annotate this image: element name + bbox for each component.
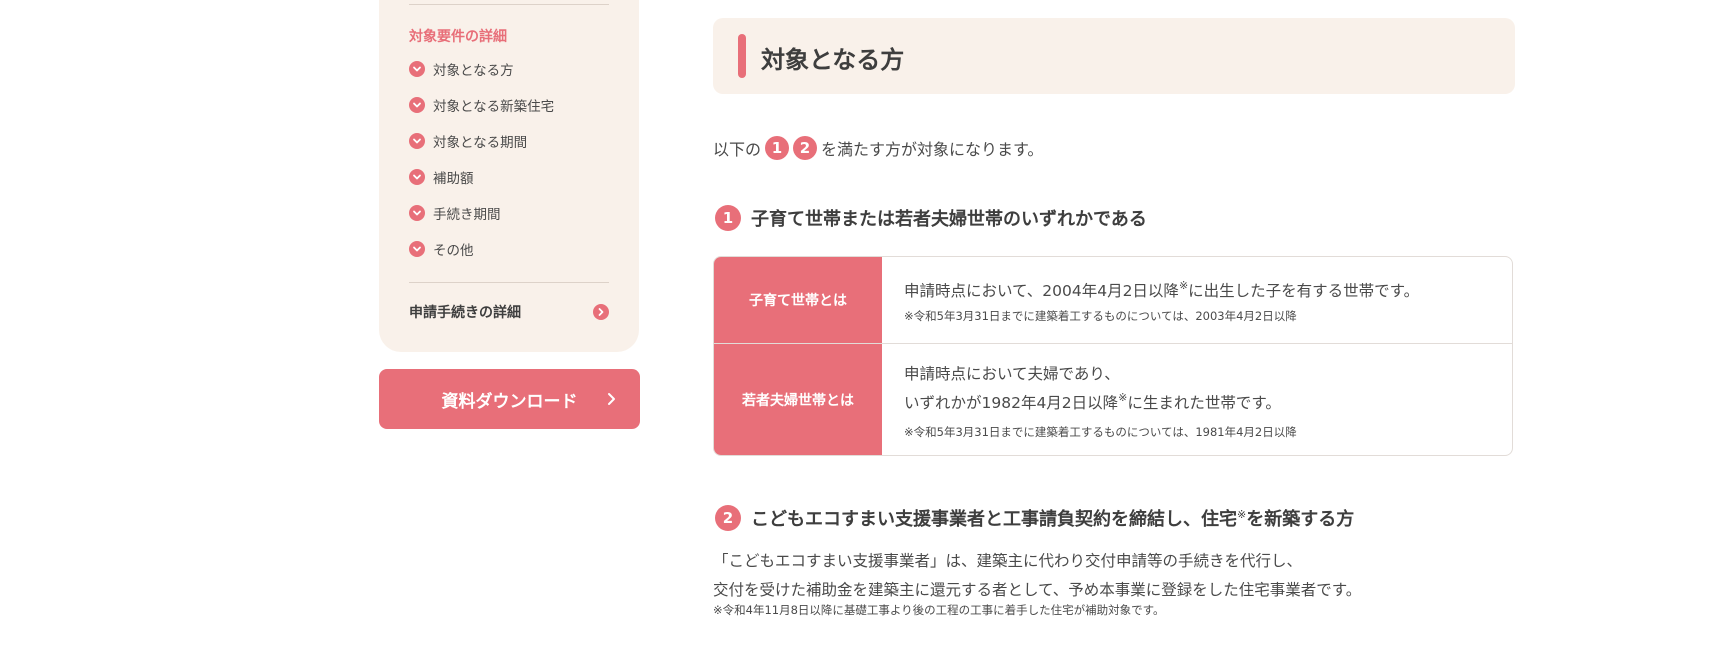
sidebar-item-target-person[interactable]: 対象となる方 bbox=[409, 59, 514, 79]
apply-procedure-label: 申請手続きの詳細 bbox=[409, 305, 521, 321]
business-description-line: 「こどもエコすまい支援事業者」は、建築主に代わり交付申請等の手続きを代行し、 bbox=[713, 552, 1303, 570]
definition-text-part: に生まれた世帯です。 bbox=[1127, 394, 1281, 412]
table-row: 子育て世帯とは 申請時点において、2004年4月2日以降※に出生した子を有する世… bbox=[714, 257, 1512, 344]
section-title-box: 対象となる方 bbox=[713, 18, 1515, 94]
page-title: 対象となる方 bbox=[761, 46, 905, 74]
business-description-line: 交付を受けた補助金を建築主に還元する者として、予め本事業に登録をした住宅事業者で… bbox=[713, 581, 1362, 599]
chevron-right-icon bbox=[606, 389, 618, 414]
requirement-1-heading: 1 子育て世帯または若者夫婦世帯のいずれかである bbox=[713, 205, 1147, 231]
sidebar-item-label: 補助額 bbox=[433, 171, 474, 187]
chevron-down-icon bbox=[409, 241, 425, 257]
household-definition-table: 子育て世帯とは 申請時点において、2004年4月2日以降※に出生した子を有する世… bbox=[713, 256, 1513, 456]
sidebar-item-other[interactable]: その他 bbox=[409, 239, 474, 259]
definition-text: いずれかが1982年4月2日以降※に生まれた世帯です。 bbox=[904, 391, 1281, 413]
chevron-down-icon bbox=[409, 205, 425, 221]
number-badge: 2 bbox=[715, 505, 741, 531]
number-badge: 2 bbox=[793, 136, 818, 160]
chevron-right-icon bbox=[593, 304, 609, 320]
intro-suffix: を満たす方が対象になります。 bbox=[821, 140, 1044, 159]
chevron-down-icon bbox=[409, 133, 425, 149]
definition-note: ※令和5年3月31日までに建築着工するものについては、2003年4月2日以降 bbox=[904, 309, 1297, 323]
sidebar-divider bbox=[409, 282, 609, 283]
definition-text: 申請時点において夫婦であり、 bbox=[904, 365, 1120, 383]
sidebar-divider bbox=[409, 4, 609, 5]
number-badge: 1 bbox=[765, 136, 790, 160]
note-mark: ※ bbox=[1237, 508, 1247, 521]
sidebar-item-label: 手続き期間 bbox=[433, 207, 501, 223]
chevron-down-icon bbox=[409, 61, 425, 77]
row-content: 申請時点において夫婦であり、 いずれかが1982年4月2日以降※に生まれた世帯で… bbox=[882, 344, 1512, 455]
sidebar-item-subsidy-amount[interactable]: 補助額 bbox=[409, 167, 474, 187]
sidebar-item-label: その他 bbox=[433, 243, 474, 259]
sidebar-item-label: 対象となる方 bbox=[433, 63, 514, 79]
sidebar-item-target-period[interactable]: 対象となる期間 bbox=[409, 131, 527, 151]
definition-note: ※令和5年3月31日までに建築着工するものについては、1981年4月2日以降 bbox=[904, 425, 1297, 439]
number-badge: 1 bbox=[715, 205, 741, 231]
row-label: 若者夫婦世帯とは bbox=[714, 344, 882, 455]
download-materials-button[interactable]: 資料ダウンロード bbox=[379, 369, 640, 429]
definition-text-part: に出生した子を有する世帯です。 bbox=[1188, 282, 1420, 300]
definition-text: 申請時点において、2004年4月2日以降※に出生した子を有する世帯です。 bbox=[904, 279, 1419, 301]
apply-procedure-link[interactable]: 申請手続きの詳細 bbox=[409, 302, 609, 322]
row-content: 申請時点において、2004年4月2日以降※に出生した子を有する世帯です。 ※令和… bbox=[882, 257, 1512, 343]
heading-text-part: を新築する方 bbox=[1246, 509, 1355, 530]
requirement-2-text: こどもエコすまい支援事業者と工事請負契約を締結し、住宅※を新築する方 bbox=[751, 505, 1354, 531]
intro-prefix: 以下の bbox=[713, 140, 762, 159]
footnote: ※令和4年11月8日以降に基礎工事より後の工程の工事に着手した住宅が補助対象です… bbox=[713, 603, 1165, 617]
heading-text-part: こどもエコすまい支援事業者と工事請負契約を締結し、住宅 bbox=[751, 509, 1237, 530]
chevron-down-icon bbox=[409, 97, 425, 113]
sidebar-item-target-house[interactable]: 対象となる新築住宅 bbox=[409, 95, 554, 115]
definition-text-part: 申請時点において、2004年4月2日以降 bbox=[904, 282, 1179, 300]
definition-text-part: いずれかが1982年4月2日以降 bbox=[904, 394, 1119, 412]
sidebar-item-label: 対象となる期間 bbox=[433, 135, 528, 151]
sidebar-heading: 対象要件の詳細 bbox=[409, 29, 507, 45]
title-accent-bar bbox=[738, 34, 746, 78]
requirement-1-text: 子育て世帯または若者夫婦世帯のいずれかである bbox=[751, 209, 1147, 230]
requirement-2-heading: 2 こどもエコすまい支援事業者と工事請負契約を締結し、住宅※を新築する方 bbox=[713, 505, 1354, 531]
chevron-down-icon bbox=[409, 169, 425, 185]
sidebar-item-label: 対象となる新築住宅 bbox=[433, 99, 555, 115]
download-button-label: 資料ダウンロード bbox=[441, 391, 578, 412]
note-mark: ※ bbox=[1178, 279, 1189, 292]
note-mark: ※ bbox=[1118, 391, 1128, 404]
row-label: 子育て世帯とは bbox=[714, 257, 882, 343]
sidebar-item-procedure-period[interactable]: 手続き期間 bbox=[409, 203, 501, 223]
intro-sentence: 以下の 1 2 を満たす方が対象になります。 bbox=[713, 136, 1043, 160]
table-row: 若者夫婦世帯とは 申請時点において夫婦であり、 いずれかが1982年4月2日以降… bbox=[714, 344, 1512, 455]
sidebar-nav-panel: 対象要件の詳細 対象となる方 対象となる新築住宅 対象となる期間 補助額 手続き… bbox=[379, 0, 639, 352]
